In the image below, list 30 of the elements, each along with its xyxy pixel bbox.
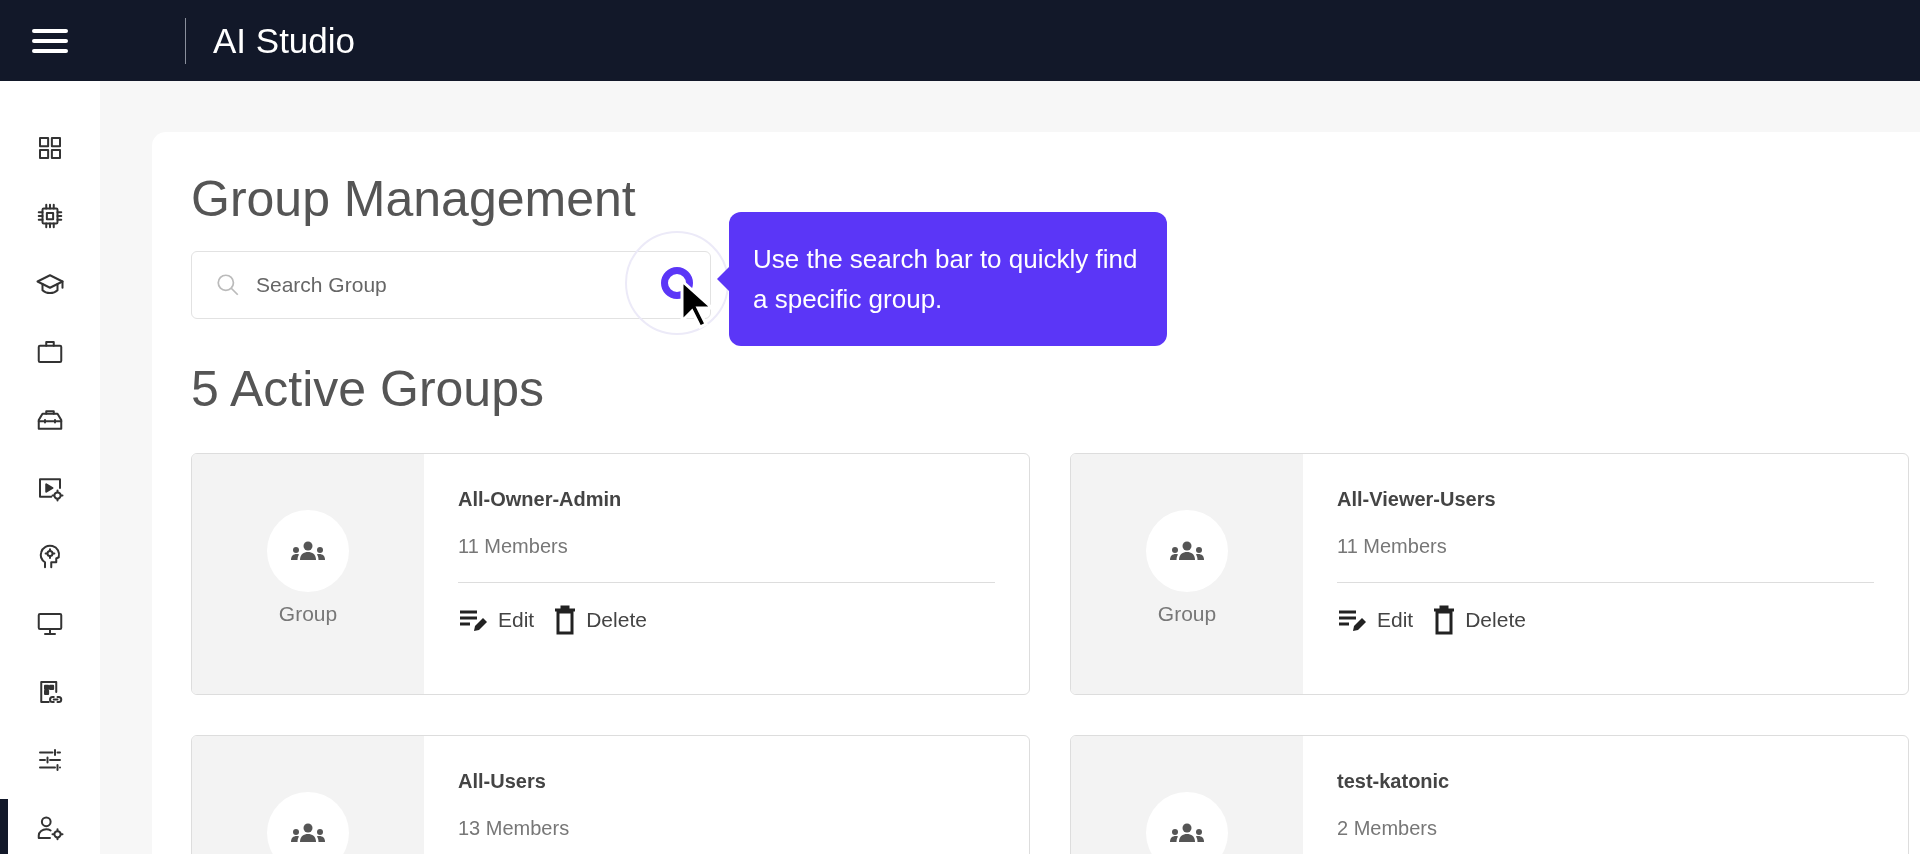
page-title: Group Management [191,170,637,228]
section-heading: 5 Active Groups [191,360,545,418]
delete-button[interactable]: Delete [1433,605,1526,635]
member-count: 13 Members [458,817,571,840]
menu-icon [32,27,68,54]
app-title: AI Studio [213,20,356,61]
avatar-label: Group [1157,602,1217,626]
trash-icon [1433,605,1456,635]
member-count: 11 Members [458,535,569,558]
group-icon [1170,541,1204,561]
group-name: test-katonic [1337,770,1451,793]
group-name: All-Users [458,770,547,793]
edit-button[interactable]: Edit [1337,605,1414,635]
group-icon [291,823,325,843]
tooltip-arrow [717,267,729,291]
group-icon [1170,823,1204,843]
group-icon [291,541,325,561]
chip-icon [35,201,65,231]
user-settings-icon [35,813,65,843]
member-count: 11 Members [1337,535,1448,558]
group-name: All-Viewer-Users [1337,488,1497,511]
search-icon [215,272,241,298]
group-name: All-Owner-Admin [458,488,623,511]
search-field[interactable]: Search Group [191,251,711,319]
member-count: 2 Members [1337,817,1439,840]
avatar-label: Group [278,602,338,626]
edit-button[interactable]: Edit [458,605,535,635]
trash-icon [554,605,577,635]
delete-button[interactable]: Delete [554,605,647,635]
tooltip: Use the search bar to quickly find a specific group. [729,212,1167,346]
